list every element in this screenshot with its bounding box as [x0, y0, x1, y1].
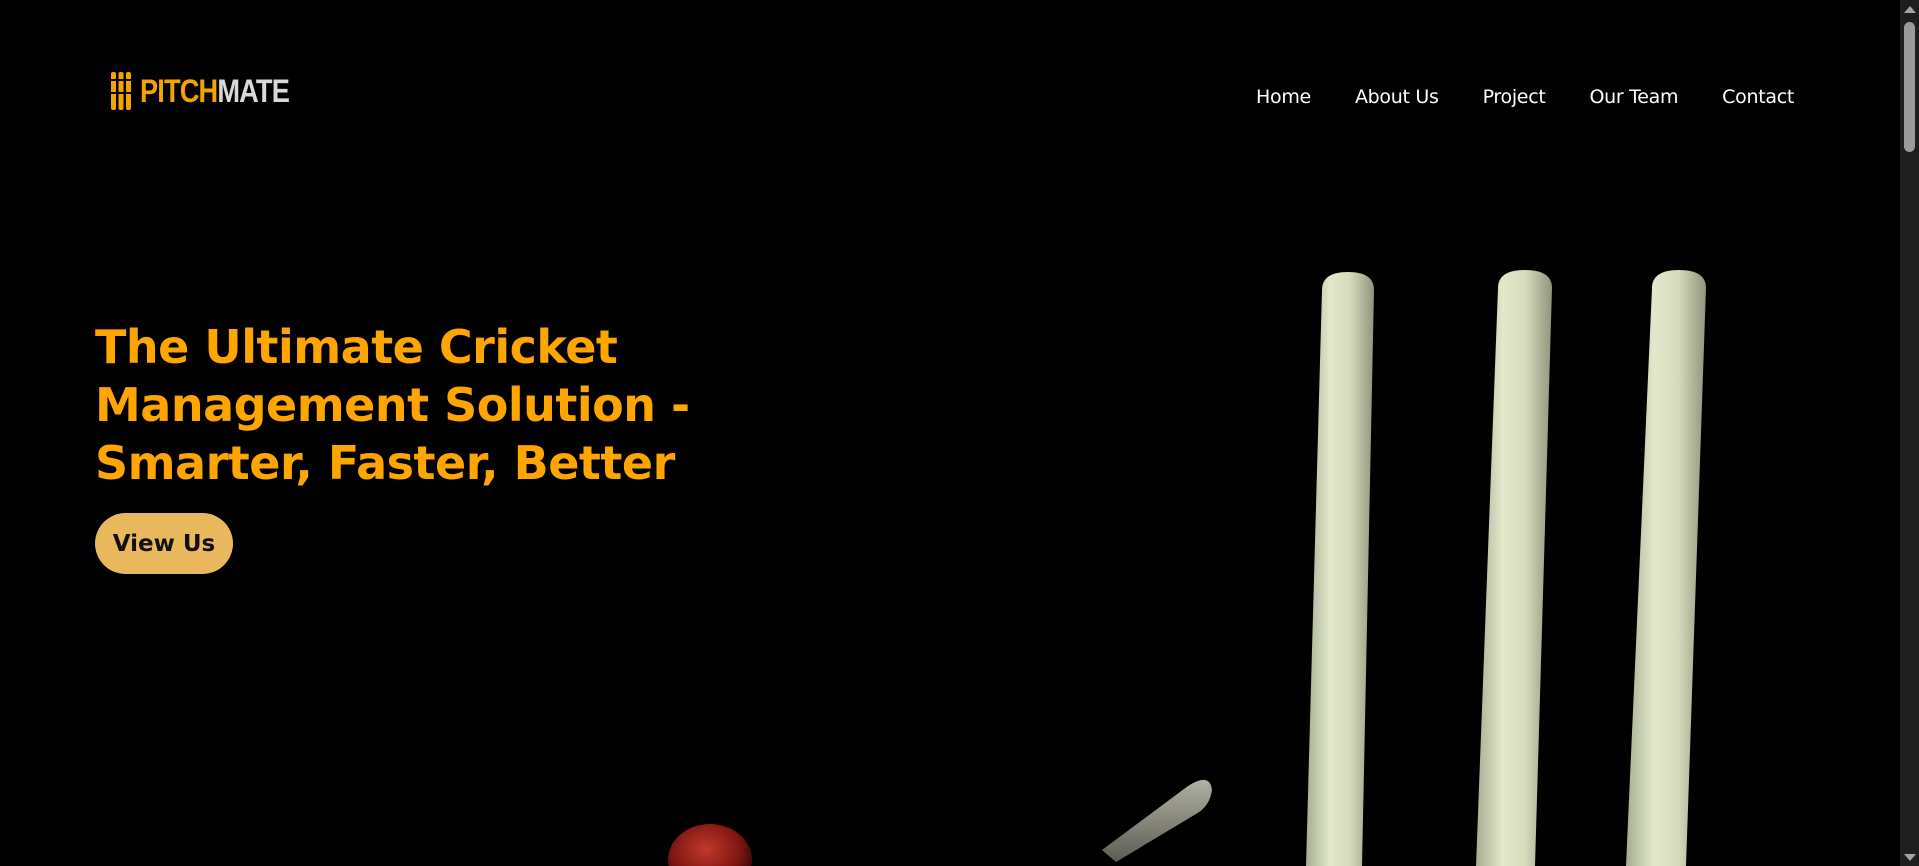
scroll-down-arrow-icon[interactable] [1904, 854, 1916, 861]
hero-title-line: Management Solution - [95, 378, 690, 432]
nav-link-about-us[interactable]: About Us [1355, 86, 1439, 108]
logo-wordmark: PITCHMATE [140, 73, 290, 109]
hero-title-line: The Ultimate Cricket [95, 320, 618, 374]
nav-link-project[interactable]: Project [1483, 86, 1546, 108]
nav-link-contact[interactable]: Contact [1722, 86, 1794, 108]
hero-title-line: Smarter, Faster, Better [95, 436, 675, 490]
cricket-stumps-icon [110, 72, 132, 110]
main-nav: Home About Us Project Our Team Contact [1256, 86, 1794, 108]
stump-left [1306, 272, 1374, 866]
flying-bail [1102, 779, 1212, 862]
site-logo[interactable]: PITCHMATE [110, 70, 315, 112]
stump-right [1626, 270, 1706, 866]
scroll-up-arrow-icon[interactable] [1904, 6, 1916, 13]
cricket-ball [668, 824, 752, 866]
nav-link-home[interactable]: Home [1256, 86, 1311, 108]
logo-text-mate: MATE [217, 73, 289, 109]
hero-title: The Ultimate Cricket Management Solution… [95, 318, 735, 492]
scrollbar-thumb[interactable] [1904, 22, 1915, 152]
page: PITCHMATE Home About Us Project Our Team… [0, 0, 1919, 866]
vertical-scrollbar[interactable] [1900, 0, 1919, 866]
view-us-button[interactable]: View Us [95, 513, 233, 574]
logo-text-pitch: PITCH [140, 73, 218, 109]
stump-middle [1476, 270, 1552, 866]
nav-link-our-team[interactable]: Our Team [1590, 86, 1679, 108]
